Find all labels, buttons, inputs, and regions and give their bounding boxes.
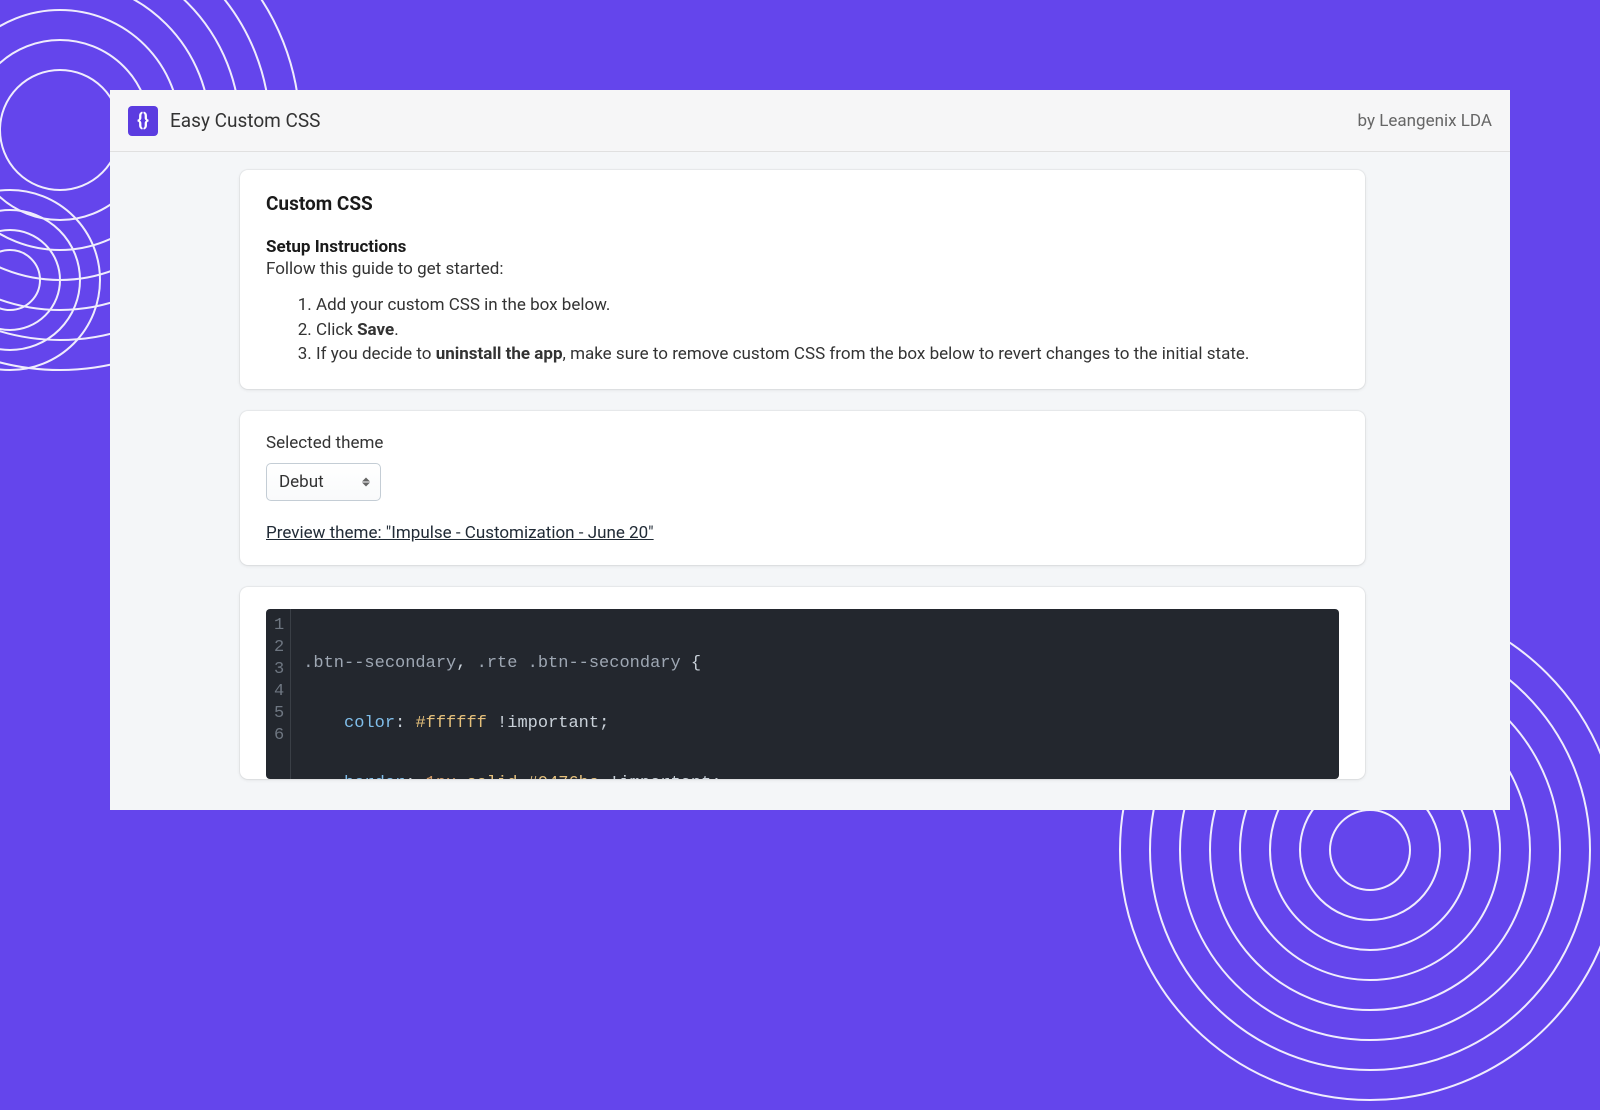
- topbar: {} Easy Custom CSS by Leangenix LDA: [110, 90, 1510, 152]
- instructions-card: Custom CSS Setup Instructions Follow thi…: [240, 170, 1365, 389]
- vendor-label: by Leangenix LDA: [1358, 111, 1493, 131]
- card-title: Custom CSS: [266, 192, 1339, 215]
- theme-select[interactable]: Debut: [266, 463, 381, 501]
- theme-select-value: Debut: [279, 472, 344, 492]
- setup-steps: Add your custom CSS in the box below. Cl…: [266, 293, 1339, 367]
- content-area: Custom CSS Setup Instructions Follow thi…: [110, 152, 1510, 779]
- app-logo-icon: {}: [128, 106, 158, 136]
- app-window: {} Easy Custom CSS by Leangenix LDA Cust…: [110, 90, 1510, 810]
- editor-gutter: 1 2 3 4 5 6: [266, 609, 291, 779]
- select-caret-icon: [362, 477, 370, 486]
- brand: {} Easy Custom CSS: [128, 106, 320, 136]
- app-title: Easy Custom CSS: [170, 109, 320, 132]
- step-1: Add your custom CSS in the box below.: [316, 293, 1339, 318]
- editor-card: 1 2 3 4 5 6 .btn--secondary, .rte .btn--…: [240, 587, 1365, 779]
- preview-theme-link[interactable]: Preview theme: "Impulse - Customization …: [266, 523, 654, 543]
- setup-intro: Follow this guide to get started:: [266, 259, 1339, 279]
- setup-heading: Setup Instructions: [266, 237, 1339, 257]
- step-2: Click Save.: [316, 318, 1339, 343]
- theme-select-label: Selected theme: [266, 433, 1339, 453]
- theme-card: Selected theme Debut Preview theme: "Imp…: [240, 411, 1365, 565]
- step-3: If you decide to uninstall the app, make…: [316, 342, 1339, 367]
- code-line-2: color: #ffffff !important;: [303, 713, 721, 735]
- css-editor[interactable]: 1 2 3 4 5 6 .btn--secondary, .rte .btn--…: [266, 609, 1339, 779]
- code-line-3: border: 1px solid #9476bc !important;: [303, 773, 721, 779]
- code-line-1: .btn--secondary, .rte .btn--secondary {: [303, 653, 721, 675]
- editor-code: .btn--secondary, .rte .btn--secondary { …: [291, 609, 733, 779]
